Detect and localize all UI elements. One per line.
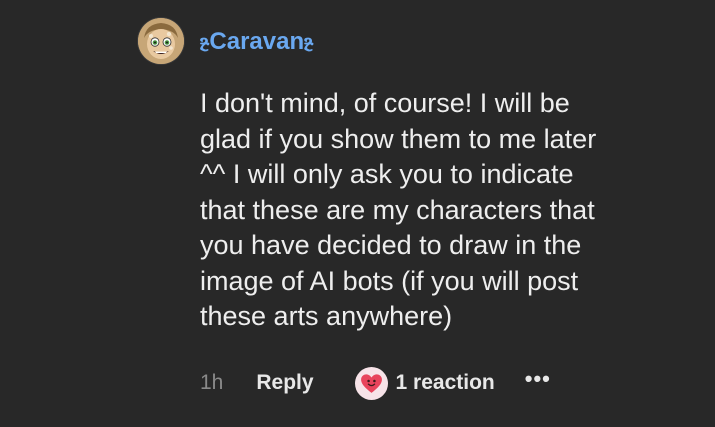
comment-body-line: I don't mind, of course! I will be [200, 88, 570, 118]
more-options-icon[interactable]: ••• [525, 368, 551, 390]
comment-body-line: these arts anywhere) [200, 301, 453, 331]
comment-body: I don't mind, of course! I will be glad … [200, 86, 700, 335]
comment-actions: 1h Reply 1 reaction ••• [200, 366, 551, 400]
reply-button[interactable]: Reply [256, 371, 313, 395]
heart-face-icon [354, 366, 388, 400]
comment-body-line: ^^ I will only ask you to indicate [200, 159, 574, 189]
comment-body-line: you have decided to draw in the [200, 230, 582, 260]
comment-body-line: glad if you show them to me later [200, 123, 597, 154]
comment-body-line: that these are my characters that [200, 194, 595, 225]
reaction-count: 1 reaction [395, 371, 495, 394]
reaction-button[interactable]: 1 reaction [354, 366, 495, 400]
comment: ⳉCaravanⳉ I don't mind, of course! I wil… [0, 0, 715, 427]
comment-body-line: image of AI bots (if you will post [200, 265, 579, 296]
comment-author[interactable]: ⳉCaravanⳉ [200, 27, 314, 57]
comment-timestamp: 1h [200, 371, 224, 394]
avatar[interactable] [138, 18, 184, 64]
character-avatar-icon [138, 18, 184, 64]
